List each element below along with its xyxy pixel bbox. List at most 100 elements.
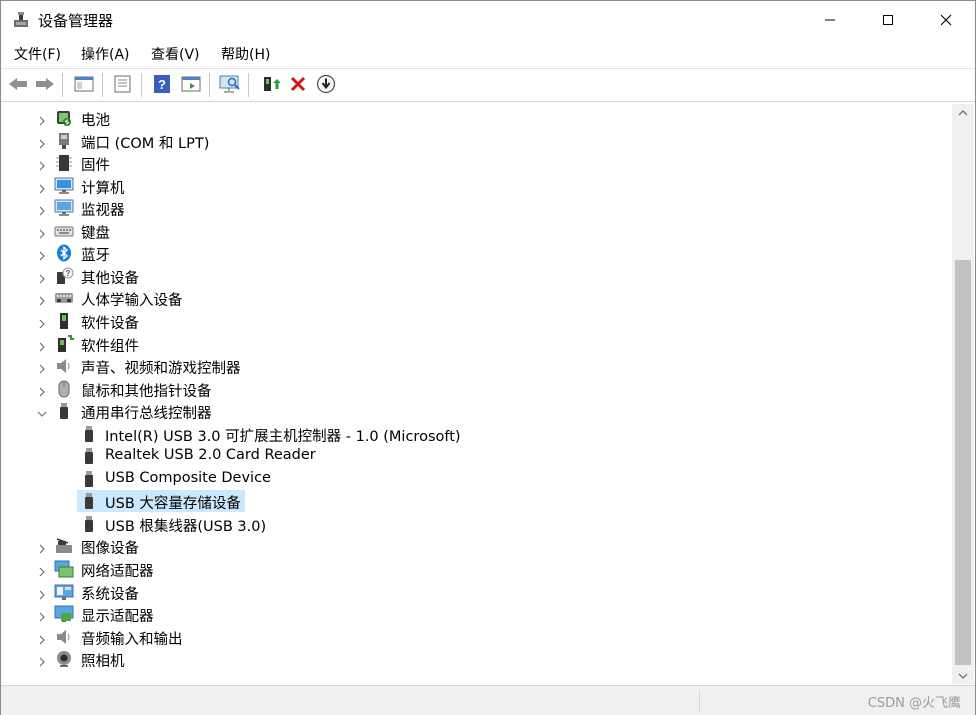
tree-category-row[interactable]: 固件	[2, 152, 902, 174]
tree-category-row[interactable]: 计算机	[2, 175, 902, 197]
tree-category-row[interactable]: 通用串行总线控制器	[2, 400, 902, 422]
tree-item-label: 图像设备	[81, 541, 139, 558]
tree-item-label: 蓝牙	[81, 248, 110, 265]
expand-toggle[interactable]	[37, 315, 47, 329]
tree-category-row[interactable]: 声音、视频和游戏控制器	[2, 355, 902, 377]
firmware-icon	[54, 154, 74, 172]
tree-category-row[interactable]: 监视器	[2, 197, 902, 219]
other-devices-icon: ?	[54, 267, 74, 285]
tree-category-row[interactable]: 图像设备	[2, 535, 902, 557]
close-icon	[940, 14, 952, 26]
expand-toggle[interactable]	[37, 360, 47, 374]
expand-toggle[interactable]	[37, 202, 47, 216]
scroll-down-button[interactable]	[952, 667, 974, 684]
tree-category-row[interactable]: 照相机	[2, 648, 902, 670]
expand-toggle[interactable]	[37, 383, 47, 396]
tree-item-label: USB 根集线器(USB 3.0)	[105, 518, 267, 535]
chevron-down-icon	[958, 673, 968, 679]
expand-toggle[interactable]	[37, 292, 47, 306]
tree-device-row[interactable]: USB 根集线器(USB 3.0)	[2, 513, 902, 535]
tree-category-row[interactable]: 软件组件	[2, 333, 902, 355]
tree-category-row[interactable]: 蓝牙	[2, 242, 902, 264]
update-driver-icon	[264, 77, 280, 91]
menu-action[interactable]: 操作(A)	[81, 44, 130, 64]
chevron-right-icon	[39, 567, 45, 577]
expand-toggle[interactable]	[37, 180, 47, 194]
chevron-right-icon	[39, 319, 45, 329]
collapse-toggle[interactable]	[37, 405, 47, 417]
mouse-icon	[54, 380, 74, 398]
chevron-right-icon	[39, 206, 45, 216]
menu-help[interactable]: 帮助(H)	[221, 44, 270, 64]
tree-device-row[interactable]: USB Composite Device	[2, 468, 902, 490]
tree-category-row[interactable]: 系统设备	[2, 581, 902, 603]
tree-category-row[interactable]: 音频输入和输出	[2, 626, 902, 648]
scroll-up-button[interactable]	[952, 104, 974, 121]
tree-category-row[interactable]: 鼠标和其他指针设备	[2, 378, 902, 400]
tree-item-label: Realtek USB 2.0 Card Reader	[105, 447, 316, 464]
forward-icon	[36, 78, 54, 90]
status-bar: CSDN @火飞鹰	[1, 685, 975, 715]
menu-view[interactable]: 查看(V)	[151, 44, 200, 64]
scan-hardware-button[interactable]	[219, 73, 241, 95]
menu-file[interactable]: 文件(F)	[14, 44, 61, 64]
expand-toggle[interactable]	[37, 247, 47, 261]
maximize-button[interactable]	[859, 1, 917, 39]
system-device-icon	[54, 583, 74, 601]
toolbar-separator	[141, 73, 142, 97]
tree-item-label: 其他设备	[81, 270, 139, 287]
uninstall-button[interactable]	[287, 73, 309, 95]
help-button[interactable]: ?	[151, 73, 173, 95]
expand-toggle[interactable]	[37, 563, 47, 577]
title-bar: 设备管理器	[1, 1, 975, 39]
chevron-right-icon	[39, 116, 45, 126]
tree-category-row[interactable]: 网络适配器	[2, 558, 902, 580]
expand-toggle[interactable]	[37, 135, 47, 148]
expand-toggle[interactable]	[37, 540, 47, 554]
tree-category-row[interactable]: 端口 (COM 和 LPT)	[2, 130, 902, 152]
action-pane-button[interactable]	[180, 73, 202, 95]
software-device-icon	[54, 312, 74, 330]
tree-category-row[interactable]: 电池	[2, 107, 902, 129]
tree-category-row[interactable]: 键盘	[2, 220, 902, 242]
status-separator	[699, 690, 700, 712]
keyboard-icon	[54, 222, 74, 240]
chevron-right-icon	[39, 229, 45, 239]
tree-item-label: 固件	[81, 158, 110, 175]
tree-device-row[interactable]: USB 大容量存储设备	[2, 490, 902, 513]
chevron-right-icon	[39, 251, 45, 261]
expand-toggle[interactable]	[37, 653, 47, 667]
expand-toggle[interactable]	[37, 270, 47, 284]
tree-category-row[interactable]: 软件设备	[2, 310, 902, 332]
expand-toggle[interactable]	[37, 157, 47, 171]
properties-button[interactable]	[112, 73, 134, 95]
vertical-scrollbar[interactable]	[952, 104, 974, 684]
disable-device-button[interactable]	[315, 73, 337, 95]
back-button[interactable]	[7, 73, 29, 95]
close-button[interactable]	[917, 1, 975, 39]
disable-icon	[316, 74, 336, 94]
display-adapter-icon	[54, 605, 74, 623]
tree-category-row[interactable]: 显示适配器	[2, 603, 902, 625]
minimize-icon	[825, 19, 835, 21]
expand-toggle[interactable]	[37, 112, 47, 126]
update-driver-button[interactable]	[259, 73, 281, 95]
toolbar-separator	[102, 73, 103, 97]
show-hide-console-tree-button[interactable]	[73, 73, 95, 95]
minimize-button[interactable]	[801, 1, 859, 39]
tree-item-label: 通用串行总线控制器	[81, 406, 212, 423]
tree-category-row[interactable]: ? 其他设备	[2, 265, 902, 287]
expand-toggle[interactable]	[37, 225, 47, 239]
expand-toggle[interactable]	[37, 608, 47, 622]
forward-button[interactable]	[34, 73, 56, 95]
scrollbar-thumb[interactable]	[955, 260, 971, 665]
help-icon: ?	[154, 75, 170, 93]
tree-category-row[interactable]: 人体学输入设备	[2, 287, 902, 309]
expand-toggle[interactable]	[37, 586, 47, 599]
maximize-icon	[883, 15, 893, 25]
camera-icon	[54, 650, 74, 668]
expand-toggle[interactable]	[37, 631, 47, 645]
expand-toggle[interactable]	[37, 338, 47, 351]
tree-device-row[interactable]: Realtek USB 2.0 Card Reader	[2, 445, 902, 467]
tree-device-row[interactable]: Intel(R) USB 3.0 可扩展主机控制器 - 1.0 (Microso…	[2, 423, 902, 445]
